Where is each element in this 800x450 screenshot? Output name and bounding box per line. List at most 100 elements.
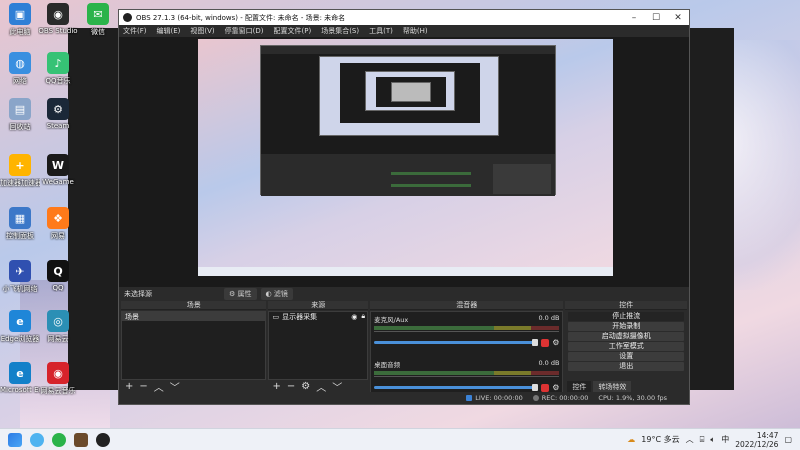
tray-overflow-icon[interactable]: ︿	[686, 434, 694, 445]
desktop-icon-label: WeGame	[42, 178, 74, 186]
desktop-icon[interactable]: W WeGame	[38, 154, 78, 186]
volume-slider[interactable]	[374, 384, 539, 391]
sources-dock-title: 来源	[268, 301, 369, 310]
desktop-icon[interactable]: ▤ 回收站	[0, 98, 40, 132]
desktop-icon[interactable]: + 加速器加速器	[0, 154, 40, 188]
source-item-label: 显示器采集	[282, 312, 318, 321]
menu-docks[interactable]: 停靠窗口(D)	[225, 26, 264, 36]
clock[interactable]: 14:47 2022/12/26	[735, 431, 778, 449]
desktop-icon-label: Steam	[46, 122, 70, 130]
clock-time: 14:47	[756, 430, 779, 440]
virtual-camera-button[interactable]: 启动虚拟摄像机	[568, 332, 684, 341]
desktop-icon-label: 小飞机网络	[2, 285, 38, 293]
desktop-icon[interactable]: ⚙ Steam	[38, 98, 78, 130]
wechat-icon[interactable]	[52, 432, 66, 447]
slider-handle[interactable]	[532, 339, 539, 346]
menu-view[interactable]: 视图(V)	[190, 26, 214, 36]
desktop-icon[interactable]: ◉ 网易云音乐	[38, 362, 78, 396]
gear-icon[interactable]: ⚙	[552, 338, 559, 347]
channel-name: 桌面音频	[374, 361, 401, 369]
network-icon[interactable]: ⌸	[700, 435, 705, 445]
rec-status: REC: 00:00:00	[532, 394, 589, 402]
remove-icon[interactable]: −	[139, 381, 147, 392]
source-toolbar: 未选择源 ⚙ 属性 ◐ 滤镜	[119, 287, 689, 301]
stop-streaming-button[interactable]: 停止推流	[568, 312, 684, 321]
minimize-icon[interactable]: –	[623, 13, 645, 23]
desktop-icon[interactable]: ◉ OBS Studio	[38, 3, 78, 35]
scenes-dock-title: 场景	[121, 301, 267, 310]
add-icon[interactable]: +	[125, 381, 133, 392]
menu-file[interactable]: 文件(F)	[123, 26, 147, 36]
desktop-icon[interactable]: ❖ 网易	[38, 207, 78, 241]
windows-taskbar: ☁ 19°C 多云 ︿ ⌸ 🔈︎ 中 14:47 2022/12/26 ▢	[0, 428, 800, 450]
slider-handle[interactable]	[532, 384, 539, 391]
desktop-app-icon: ▣	[9, 3, 31, 25]
menu-help[interactable]: 帮助(H)	[403, 26, 428, 36]
add-icon[interactable]: +	[272, 381, 280, 392]
properties-button[interactable]: ⚙ 属性	[224, 288, 257, 300]
exit-button[interactable]: 退出	[568, 362, 684, 371]
desktop-icon-label: 网络	[13, 77, 27, 85]
desktop-icon[interactable]: ♪ QQ音乐	[38, 52, 78, 86]
desktop-icon[interactable]: Q QQ	[38, 260, 78, 292]
menu-edit[interactable]: 编辑(E)	[157, 26, 181, 36]
mute-speaker-icon[interactable]	[541, 338, 550, 347]
desktop-icon[interactable]: ✈ 小飞机网络	[0, 260, 40, 294]
desktop-icon-label: 控制面板	[6, 232, 34, 240]
menu-tools[interactable]: 工具(T)	[369, 26, 393, 36]
rec-time: REC: 00:00:00	[541, 394, 589, 402]
window-title: OBS 27.1.3 (64-bit, windows) - 配置文件: 未命名…	[136, 13, 346, 22]
lock-icon[interactable]: 🔒︎	[361, 312, 365, 321]
desktop-app-icon: ✈	[9, 260, 31, 282]
menu-bar: 文件(F) 编辑(E) 视图(V) 停靠窗口(D) 配置文件(P) 场景集合(S…	[119, 25, 689, 37]
sources-dock: 来源 ▭ 显示器采集 ◉ 🔒︎ + − ⚙ ︿ ﹀	[268, 301, 369, 394]
desktop-icon-label: 网易云音乐	[40, 387, 76, 395]
audio-mixer-dock: 混音器 麦克风/Aux 0.0 dB ⚙ 桌面音频 0.0 dB ⚙	[370, 301, 564, 393]
weather-text[interactable]: 19°C 多云	[641, 434, 679, 445]
mute-speaker-icon[interactable]	[541, 383, 550, 392]
desktop-app-icon: ◉	[47, 3, 69, 25]
preview-area[interactable]	[119, 37, 689, 287]
menu-profile[interactable]: 配置文件(P)	[274, 26, 312, 36]
gear-icon[interactable]: ⚙	[552, 383, 559, 392]
desktop-icon-label: Edge浏览器	[0, 335, 40, 343]
remove-icon[interactable]: −	[287, 381, 295, 392]
desktop-icon-label: 加速器加速器	[0, 179, 40, 187]
obs-taskbar-icon[interactable]	[96, 432, 110, 447]
meter-scale	[374, 331, 560, 336]
visibility-eye-icon[interactable]: ◉	[351, 313, 357, 321]
preview-taskbar	[198, 267, 613, 276]
studio-mode-button[interactable]: 工作室模式	[568, 342, 684, 351]
volume-slider[interactable]	[374, 339, 539, 346]
obs-window: OBS 27.1.3 (64-bit, windows) - 配置文件: 未命名…	[118, 9, 690, 405]
desktop-app-icon: e	[9, 362, 31, 384]
desktop-icon[interactable]: ▣ 此电脑	[0, 3, 40, 37]
volume-meter	[374, 326, 560, 330]
start-recording-button[interactable]: 开始录制	[568, 322, 684, 331]
desktop-icon-label: 网易	[51, 232, 65, 240]
edge-browser-icon[interactable]	[30, 432, 44, 447]
menu-scene-collection[interactable]: 场景集合(S)	[321, 26, 359, 36]
desktop-icon[interactable]: e Microsoft Edge	[0, 362, 40, 394]
list-item[interactable]: ▭ 显示器采集 ◉ 🔒︎	[269, 312, 367, 321]
volume-icon[interactable]: 🔈︎	[710, 435, 715, 445]
desktop-icon-label: QQ音乐	[45, 77, 71, 85]
weather-icon[interactable]: ☁	[627, 435, 635, 444]
desktop-icon[interactable]: e Edge浏览器	[0, 310, 40, 344]
close-icon[interactable]: ✕	[667, 13, 689, 23]
nested-obs-window	[260, 45, 556, 196]
filters-button[interactable]: ◐ 滤镜	[260, 288, 293, 300]
settings-button[interactable]: 设置	[568, 352, 684, 361]
maximize-icon[interactable]: ☐	[645, 13, 667, 23]
desktop-app-icon: W	[47, 154, 69, 176]
start-windows-icon[interactable]	[8, 432, 22, 447]
desktop-icon[interactable]: ▦ 控制面板	[0, 207, 40, 241]
desktop-icon[interactable]: ✉ 微信	[78, 3, 118, 37]
game-icon[interactable]	[74, 432, 88, 447]
list-item[interactable]: 场景	[122, 312, 266, 321]
ime-icon[interactable]: 中	[721, 434, 729, 445]
gear-icon[interactable]: ⚙	[301, 381, 310, 392]
desktop-icon[interactable]: ◍ 网络	[0, 52, 40, 86]
desktop-icon[interactable]: ◎ 网易云	[38, 310, 78, 344]
notification-icon[interactable]: ▢	[784, 435, 792, 444]
